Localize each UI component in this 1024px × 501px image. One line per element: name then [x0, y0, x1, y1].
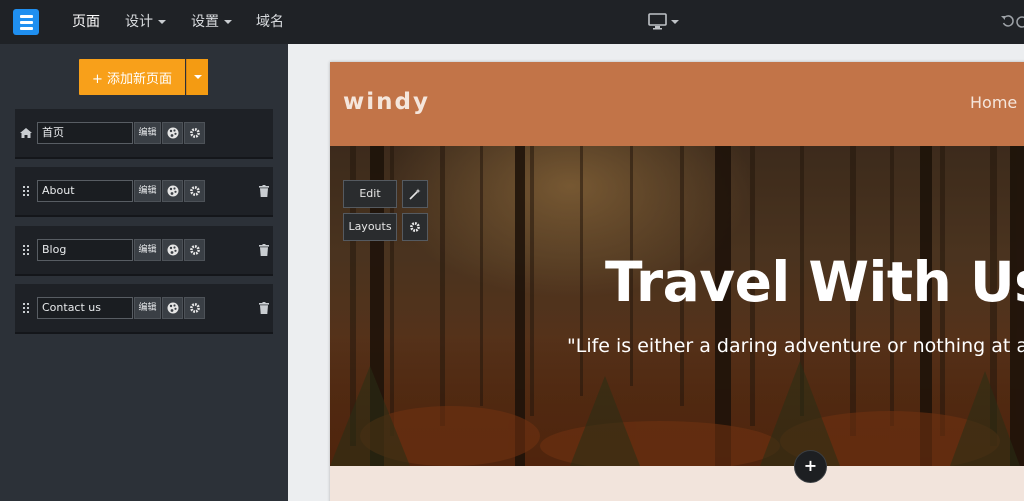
- add-page-dropdown-button[interactable]: [186, 59, 208, 95]
- preview-canvas: windy Home Edit Layouts Travel With Us "…: [288, 44, 1024, 501]
- add-page-button[interactable]: + 添加新页面: [79, 59, 185, 95]
- nav-design[interactable]: 设计: [125, 0, 166, 44]
- top-bar: 页面 设计 设置 域名: [0, 0, 1024, 44]
- drag-handle-icon[interactable]: [20, 301, 32, 315]
- magic-wand-button[interactable]: [402, 180, 428, 208]
- gear-icon: [410, 222, 420, 232]
- page-row-about: About 编辑: [15, 167, 273, 217]
- page-style-button[interactable]: [162, 122, 183, 144]
- page-style-button[interactable]: [162, 297, 183, 319]
- layouts-button[interactable]: Layouts: [343, 213, 397, 241]
- site-header[interactable]: windy Home: [330, 62, 1024, 146]
- page-row-contact: Contact us 编辑: [15, 284, 273, 334]
- magic-wand-icon: [409, 188, 421, 200]
- page-settings-button[interactable]: [184, 180, 205, 202]
- page-style-button[interactable]: [162, 239, 183, 261]
- nav-domain[interactable]: 域名: [256, 0, 284, 44]
- gear-icon: [189, 245, 200, 255]
- page-style-button[interactable]: [162, 180, 183, 202]
- monitor-icon: [648, 13, 679, 30]
- home-icon[interactable]: [20, 126, 32, 140]
- page-settings-button[interactable]: [184, 297, 205, 319]
- undo-icon: [1001, 15, 1024, 28]
- edit-section-button[interactable]: Edit: [343, 180, 397, 208]
- page-name-input[interactable]: Blog: [37, 239, 133, 261]
- trash-icon[interactable]: [259, 302, 269, 314]
- gear-icon: [189, 186, 200, 196]
- site-preview: windy Home Edit Layouts Travel With Us "…: [330, 62, 1024, 501]
- nav-pages[interactable]: 页面: [72, 0, 100, 44]
- device-preview-button[interactable]: [648, 12, 680, 32]
- gear-icon: [189, 303, 200, 313]
- drag-handle-icon[interactable]: [20, 243, 32, 257]
- trash-icon[interactable]: [259, 185, 269, 197]
- chevron-down-icon: [158, 20, 166, 24]
- edit-page-button[interactable]: 编辑: [134, 180, 161, 202]
- hero-section[interactable]: Edit Layouts Travel With Us "Life is eit…: [330, 146, 1024, 466]
- palette-icon: [167, 127, 178, 139]
- undo-button[interactable]: [1000, 14, 1024, 30]
- page-settings-button[interactable]: [184, 239, 205, 261]
- edit-page-button[interactable]: 编辑: [134, 239, 161, 261]
- site-brand[interactable]: windy: [343, 89, 430, 115]
- gear-icon: [189, 128, 200, 138]
- page-row-home: 首页 编辑: [15, 109, 273, 159]
- page-name-input[interactable]: Contact us: [37, 297, 133, 319]
- edit-page-button[interactable]: 编辑: [134, 122, 161, 144]
- site-menu-home[interactable]: Home: [970, 93, 1017, 112]
- drag-handle-icon[interactable]: [20, 184, 32, 198]
- page-name-input[interactable]: 首页: [37, 122, 133, 144]
- palette-icon: [167, 185, 178, 197]
- palette-icon: [167, 302, 178, 314]
- edit-page-button[interactable]: 编辑: [134, 297, 161, 319]
- chevron-down-icon: [193, 75, 202, 79]
- page-row-blog: Blog 编辑: [15, 226, 273, 276]
- section-settings-button[interactable]: [402, 213, 428, 241]
- page-settings-button[interactable]: [184, 122, 205, 144]
- hero-title[interactable]: Travel With Us: [605, 250, 1024, 314]
- add-section-button[interactable]: +: [794, 450, 827, 483]
- palette-icon: [167, 244, 178, 256]
- chevron-down-icon: [224, 20, 232, 24]
- nav-settings[interactable]: 设置: [191, 0, 232, 44]
- page-name-input[interactable]: About: [37, 180, 133, 202]
- trash-icon[interactable]: [259, 244, 269, 256]
- app-logo-icon[interactable]: [13, 9, 39, 35]
- hero-subtitle[interactable]: "Life is either a daring adventure or no…: [567, 335, 1024, 357]
